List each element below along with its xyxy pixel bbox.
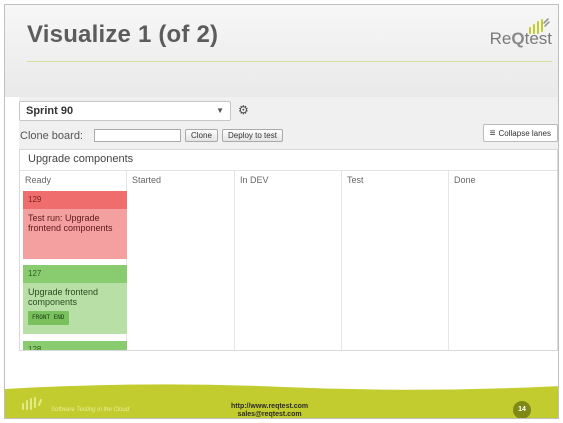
kanban-board: Upgrade components Ready 129 Test run: U… xyxy=(19,149,558,351)
card-title: Test run: Upgrade frontend components xyxy=(23,209,127,259)
card-tag: FRONT END xyxy=(28,311,69,325)
clone-board-input[interactable] xyxy=(94,129,181,142)
card-id: 127 xyxy=(23,265,127,283)
reqtest-logo: ReQtest xyxy=(472,17,552,53)
gear-icon[interactable]: ⚙ xyxy=(238,103,249,117)
footer-email: sales@reqtest.com xyxy=(237,411,302,418)
footer-logo-mark-icon xyxy=(22,397,42,410)
logo-text: ReQtest xyxy=(489,29,552,48)
chevron-down-icon: ▼ xyxy=(216,106,224,115)
slide: Visualize 1 (of 2) ReQtest Sprint 90 ▼ ⚙… xyxy=(4,4,559,419)
menu-lines-icon: ≡ xyxy=(489,128,496,139)
lane-in-dev: In DEV xyxy=(235,171,342,350)
sprint-select-value: Sprint 90 xyxy=(26,105,74,117)
footer-contact: http://www.reqtest.com sales@reqtest.com xyxy=(231,403,309,418)
lane-header: Started xyxy=(132,175,162,185)
card[interactable]: 129 Test run: Upgrade frontend component… xyxy=(23,191,127,259)
sprint-select[interactable]: Sprint 90 ▼ xyxy=(19,101,231,121)
card[interactable]: 128 xyxy=(23,341,127,350)
card[interactable]: 127 Upgrade frontend components FRONT EN… xyxy=(23,265,127,334)
lane-started: Started xyxy=(127,171,235,350)
slide-footer: Software Testing in the Cloud http://www… xyxy=(5,390,558,418)
slide-title: Visualize 1 (of 2) xyxy=(27,21,219,48)
footer-url: http://www.reqtest.com xyxy=(231,403,309,410)
footer-tagline: Software Testing in the Cloud xyxy=(51,407,130,413)
lane-header: Test xyxy=(347,175,364,185)
slide-header: Visualize 1 (of 2) ReQtest xyxy=(5,5,558,97)
lane-header: In DEV xyxy=(240,175,269,185)
collapse-lanes-button[interactable]: ≡ Collapse lanes xyxy=(482,124,558,142)
lane-header: Ready xyxy=(25,175,52,185)
clone-board-label: Clone board: xyxy=(20,130,83,142)
board-app: Sprint 90 ▼ ⚙ Clone board: Clone Deploy … xyxy=(19,97,558,351)
lane-ready: Ready 129 Test run: Upgrade frontend com… xyxy=(20,171,127,350)
lane-test: Test xyxy=(342,171,449,350)
lane-done: Done xyxy=(449,171,557,350)
card-id: 129 xyxy=(23,191,127,209)
card-body: Upgrade frontend components FRONT END xyxy=(23,283,127,334)
deploy-to-test-button[interactable]: Deploy to test xyxy=(222,129,283,142)
page-number-badge: 14 xyxy=(513,401,531,418)
collapse-lanes-label: Collapse lanes xyxy=(498,129,551,138)
card-id: 128 xyxy=(23,341,127,350)
clone-button[interactable]: Clone xyxy=(185,129,218,142)
board-title: Upgrade components xyxy=(28,153,134,165)
header-divider xyxy=(27,61,552,62)
lane-header: Done xyxy=(454,175,476,185)
card-title: Upgrade frontend components xyxy=(28,287,99,307)
